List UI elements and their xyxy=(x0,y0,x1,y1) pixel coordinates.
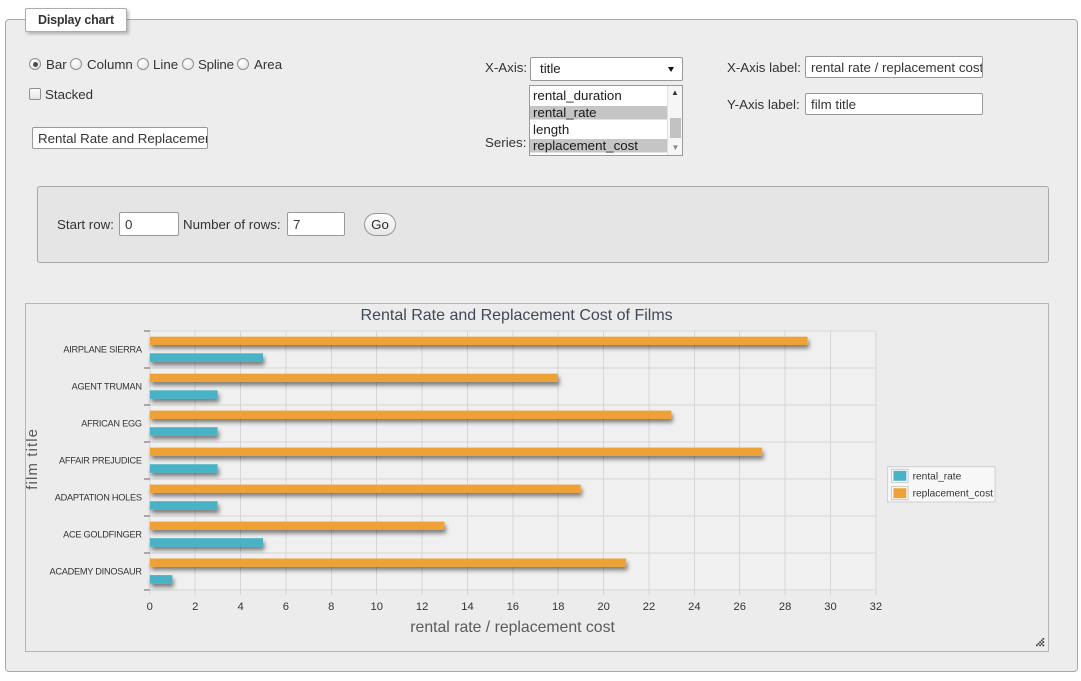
svg-text:rental_rate: rental_rate xyxy=(913,471,962,482)
svg-text:26: 26 xyxy=(734,601,746,613)
svg-text:14: 14 xyxy=(462,601,474,613)
svg-text:30: 30 xyxy=(825,601,837,613)
svg-text:AFFAIR PREJUDICE: AFFAIR PREJUDICE xyxy=(59,456,142,466)
svg-text:12: 12 xyxy=(416,601,428,613)
svg-text:20: 20 xyxy=(598,601,610,613)
svg-text:ACADEMY DINOSAUR: ACADEMY DINOSAUR xyxy=(50,567,143,577)
svg-text:22: 22 xyxy=(643,601,655,613)
svg-text:replacement_cost: replacement_cost xyxy=(913,489,994,500)
svg-text:AIRPLANE SIERRA: AIRPLANE SIERRA xyxy=(64,345,144,355)
svg-text:0: 0 xyxy=(147,601,153,613)
svg-text:8: 8 xyxy=(329,601,335,613)
svg-text:film title: film title xyxy=(25,428,41,490)
svg-text:AFRICAN EGG: AFRICAN EGG xyxy=(82,419,143,429)
svg-text:4: 4 xyxy=(238,601,244,613)
svg-text:10: 10 xyxy=(371,601,383,613)
svg-text:Rental Rate and Replacement Co: Rental Rate and Replacement Cost of Film… xyxy=(361,307,673,324)
svg-text:2: 2 xyxy=(192,601,198,613)
svg-text:rental rate / replacement cost: rental rate / replacement cost xyxy=(411,619,616,636)
svg-text:ACE GOLDFINGER: ACE GOLDFINGER xyxy=(63,530,142,540)
svg-text:28: 28 xyxy=(779,601,791,613)
svg-text:32: 32 xyxy=(870,601,882,613)
svg-text:ADAPTATION HOLES: ADAPTATION HOLES xyxy=(55,493,142,503)
svg-text:18: 18 xyxy=(552,601,564,613)
svg-text:6: 6 xyxy=(283,601,289,613)
svg-text:AGENT TRUMAN: AGENT TRUMAN xyxy=(72,382,142,392)
svg-text:16: 16 xyxy=(507,601,519,613)
svg-text:24: 24 xyxy=(689,601,701,613)
